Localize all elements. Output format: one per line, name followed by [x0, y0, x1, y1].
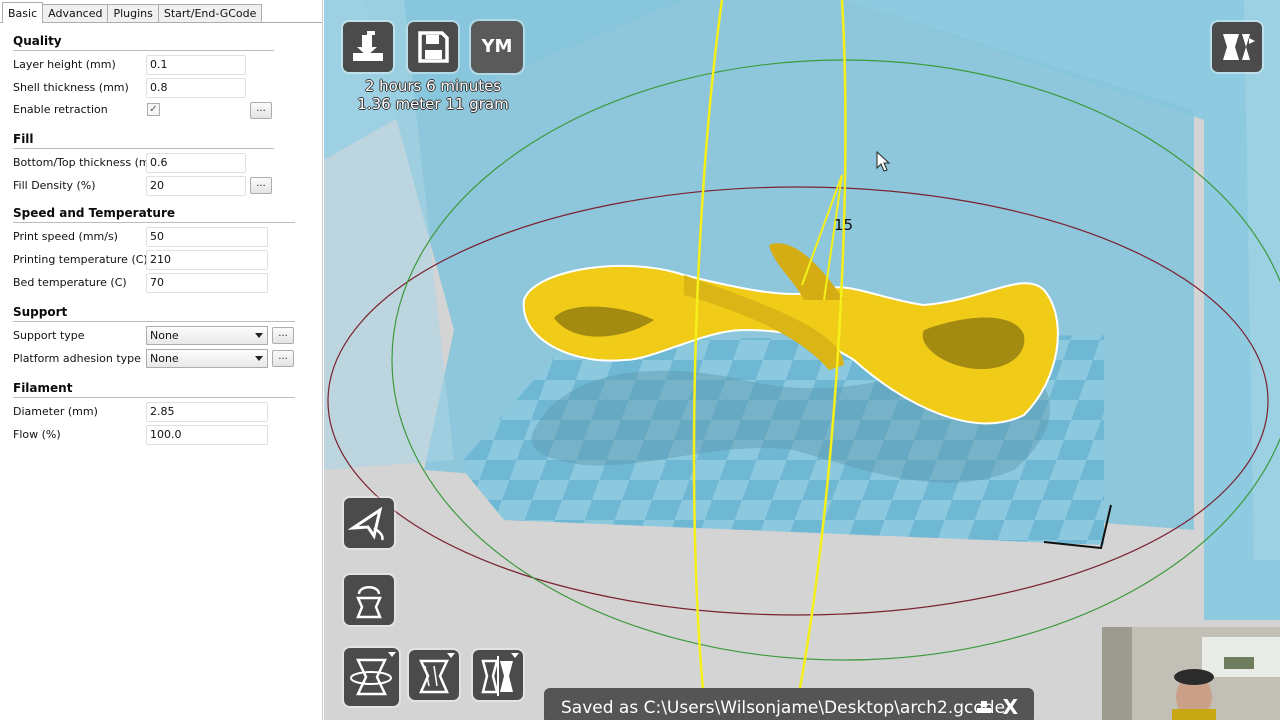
printing-temperature-field[interactable]: 210 — [146, 250, 268, 270]
print-speed-field[interactable]: 50 — [146, 227, 268, 247]
fill-settings-button[interactable]: ... — [250, 177, 272, 194]
fill-density-field[interactable]: 20 — [146, 176, 246, 196]
view-mode-icon — [1223, 34, 1255, 60]
save-status-toast: Saved as C:\Users\Wilsonjame\Desktop\arc… — [544, 688, 1034, 720]
scale-icon — [356, 586, 382, 619]
section-title-speed-temperature: Speed and Temperature — [13, 206, 175, 220]
support-type-select[interactable]: None — [146, 326, 268, 345]
shell-thickness-field[interactable]: 0.8 — [146, 78, 246, 98]
layer-height-field[interactable]: 0.1 — [146, 55, 246, 75]
rotate-tool-icon — [350, 652, 396, 696]
section-title-quality: Quality — [13, 34, 62, 48]
material-usage-readout: 1.36 meter 11 gram — [357, 95, 509, 113]
tab-advanced[interactable]: Advanced — [42, 4, 109, 23]
section-divider — [13, 321, 295, 322]
printing-temperature-label: Printing temperature (C) — [13, 253, 148, 266]
scale-button[interactable] — [344, 575, 394, 625]
bed-temperature-field[interactable]: 70 — [146, 273, 268, 293]
rotate-icon — [347, 506, 384, 541]
chevron-down-icon — [255, 356, 263, 361]
rotate-button[interactable] — [344, 498, 394, 548]
save-status-message: Saved as C:\Users\Wilsonjame\Desktop\arc… — [561, 698, 1006, 718]
platform-adhesion-value: None — [150, 352, 179, 365]
support-type-label: Support type — [13, 329, 85, 342]
bottom-top-thickness-label: Bottom/Top thickness (mm) — [13, 156, 165, 169]
support-settings-button[interactable]: ... — [272, 327, 294, 344]
tab-divider — [0, 22, 322, 23]
save-icon — [418, 31, 449, 63]
chevron-down-icon — [255, 333, 263, 338]
section-title-fill: Fill — [13, 132, 34, 146]
save-button[interactable] — [408, 22, 458, 72]
settings-panel: Basic Advanced Plugins Start/End-GCode Q… — [0, 0, 323, 720]
adhesion-settings-button[interactable]: ... — [272, 350, 294, 367]
tab-start-end-gcode[interactable]: Start/End-GCode — [157, 4, 263, 23]
mirror-tool-button[interactable] — [473, 650, 523, 700]
3d-viewport[interactable]: YM 2 hours 6 minutes 1.36 meter 11 gram … — [324, 0, 1280, 720]
load-model-icon — [353, 31, 383, 61]
flow-label: Flow (%) — [13, 428, 61, 441]
support-type-value: None — [150, 329, 179, 342]
section-title-support: Support — [13, 305, 68, 319]
section-title-filament: Filament — [13, 381, 73, 395]
webcam-image — [1102, 627, 1280, 720]
section-divider — [13, 50, 274, 51]
shell-thickness-label: Shell thickness (mm) — [13, 81, 129, 94]
section-divider — [13, 148, 274, 149]
close-toast-button[interactable]: X — [1003, 695, 1018, 719]
load-model-button[interactable] — [343, 22, 393, 72]
section-divider — [13, 222, 295, 223]
diameter-field[interactable]: 2.85 — [146, 402, 268, 422]
retraction-label: Enable retraction — [13, 103, 108, 116]
user-avatar-badge[interactable]: YM — [471, 21, 523, 73]
bed-temperature-label: Bed temperature (C) — [13, 276, 127, 289]
print-speed-label: Print speed (mm/s) — [13, 230, 118, 243]
view-mode-button[interactable] — [1212, 22, 1262, 72]
rotate-tool-button[interactable] — [344, 648, 399, 706]
flow-field[interactable]: 100.0 — [146, 425, 268, 445]
mirror-tool-icon — [481, 653, 519, 696]
app-window: Basic Advanced Plugins Start/End-GCode Q… — [0, 0, 1280, 720]
webcam-overlay — [1102, 627, 1280, 720]
retraction-checkbox[interactable]: ✓ — [147, 103, 160, 116]
print-time-readout: 2 hours 6 minutes — [364, 77, 502, 95]
diameter-label: Diameter (mm) — [13, 405, 98, 418]
printer-icon[interactable] — [976, 700, 992, 714]
retraction-settings-button[interactable]: ... — [250, 102, 272, 119]
platform-adhesion-label: Platform adhesion type — [13, 352, 141, 365]
bottom-top-thickness-field[interactable]: 0.6 — [146, 153, 246, 173]
scale-tool-button[interactable] — [409, 650, 459, 700]
section-divider — [13, 397, 295, 398]
settings-tabs: Basic Advanced Plugins Start/End-GCode — [2, 2, 263, 23]
tab-basic[interactable]: Basic — [2, 2, 44, 23]
layer-height-label: Layer height (mm) — [13, 58, 116, 71]
tab-plugins[interactable]: Plugins — [107, 4, 159, 23]
rotation-angle-readout: 15 — [834, 216, 854, 234]
fill-density-label: Fill Density (%) — [13, 179, 96, 192]
platform-adhesion-select[interactable]: None — [146, 349, 268, 368]
scale-tool-icon — [419, 653, 455, 694]
